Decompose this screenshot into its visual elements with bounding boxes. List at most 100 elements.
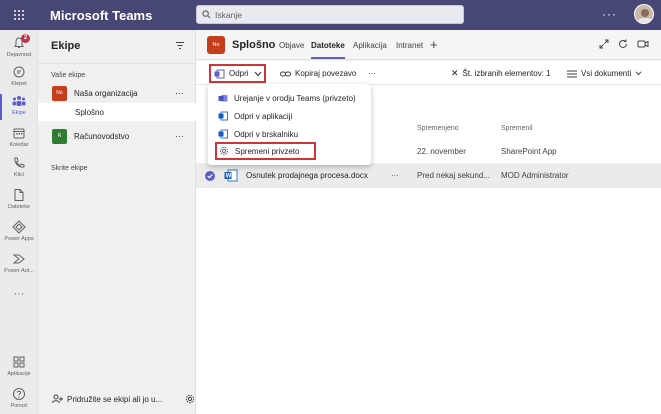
teams-panel: Ekipe Vaše ekipe No Naša organizacija ··… (38, 30, 196, 414)
rail-item-apps[interactable]: Aplikacije (0, 355, 38, 377)
phone-icon (14, 157, 25, 168)
more-options-button[interactable]: ··· (602, 7, 617, 21)
rail-label: Dejavnost (6, 52, 32, 58)
rail-label: Power Aut... (4, 268, 34, 274)
view-selector[interactable]: Vsi dokumenti (567, 66, 642, 81)
files-toolbar: Odpri Kopiraj povezavo ··· ✕ Št. izbrani… (196, 61, 661, 85)
rail-label: Klepet (11, 81, 27, 87)
rail-item-power-automate[interactable]: Power Aut... (0, 252, 38, 274)
search-input[interactable]: Iskanje (196, 5, 464, 24)
notification-badge: 2 (21, 34, 30, 43)
calendar-icon (13, 128, 25, 139)
copy-link-button[interactable]: Kopiraj povezavo (280, 66, 356, 81)
cell-file-name[interactable]: Osnutek prodajnega procesa.docx (246, 171, 368, 180)
rail-label: Pomoč (10, 403, 28, 409)
channel-title: Splošno (232, 39, 276, 51)
team-item-nasa-organizacija[interactable]: No Naša organizacija ··· (38, 83, 196, 103)
refresh-icon[interactable] (618, 39, 628, 49)
column-header-modified[interactable]: Spremenjeno (417, 125, 459, 132)
app-title: Microsoft Teams (50, 7, 153, 23)
channel-header: No Splošno Objave Datoteke Aplikacija In… (196, 30, 661, 60)
filter-icon[interactable] (175, 41, 185, 50)
cell-modified-by: SharePoint App (501, 147, 557, 156)
rail-more-apps-button[interactable]: ··· (0, 288, 38, 300)
column-header-modified-by[interactable]: Spremenil (501, 125, 533, 132)
chat-icon (13, 66, 25, 78)
rail-item-teams[interactable]: Ekipe (0, 94, 38, 120)
section-label-your-teams: Vaše ekipe (51, 72, 86, 79)
team-item-racunovodstvo[interactable]: R Računovodstvo ··· (38, 126, 196, 146)
teams-icon (12, 96, 26, 106)
channel-name: Splošno (75, 107, 104, 117)
close-icon: ✕ (451, 68, 459, 78)
add-tab-button[interactable]: + (430, 37, 438, 52)
checkmark-circle-icon[interactable] (205, 171, 215, 181)
svg-text:W: W (226, 174, 232, 180)
user-photo-icon (638, 9, 652, 23)
meet-icon[interactable] (637, 39, 649, 49)
channel-item-splosno[interactable]: Splošno (38, 103, 196, 121)
rail-label: Koledar (9, 142, 29, 148)
menu-item-label: Odpri v aplikaciji (234, 111, 293, 121)
rail-item-power-apps[interactable]: Power Apps (0, 220, 38, 242)
rail-item-chat[interactable]: Klepet (0, 65, 38, 87)
menu-item-edit-in-teams[interactable]: Urejanje v orodju Teams (privzeto) (208, 89, 371, 107)
help-icon (13, 388, 25, 400)
tab-objave[interactable]: Objave (279, 41, 304, 50)
menu-item-open-in-app[interactable]: Odpri v aplikaciji (208, 107, 371, 125)
rail-item-calendar[interactable]: Koledar (0, 126, 38, 148)
team-avatar: R (52, 128, 67, 144)
rail-label: Power Apps (4, 236, 34, 242)
expand-icon[interactable] (599, 39, 609, 49)
row-more-button[interactable]: ··· (391, 171, 399, 180)
ellipsis-icon: ··· (368, 69, 376, 78)
gear-icon[interactable] (185, 394, 195, 404)
cell-modified: Pred nekaj sekund... (417, 171, 490, 180)
menu-item-open-in-browser[interactable]: Odpri v brskalniku (208, 125, 371, 143)
selection-count: Št. izbranih elementov: 1 (462, 69, 551, 78)
avatar[interactable] (634, 4, 654, 24)
people-add-icon (52, 394, 63, 404)
cell-modified-by: MOD Administrator (501, 171, 569, 180)
word-icon (218, 111, 228, 121)
rail-label: Datoteke (7, 204, 30, 210)
team-more-button[interactable]: ··· (175, 88, 184, 98)
menu-item-change-default[interactable]: Spremeni privzeto (215, 142, 316, 160)
search-placeholder: Iskanje (215, 9, 242, 20)
rail-item-calls[interactable]: Klici (0, 156, 38, 178)
rail-item-help[interactable]: Pomoč (0, 387, 38, 409)
link-icon (280, 71, 291, 76)
join-team-label: Pridružite se ekipi ali jo u... (67, 394, 163, 404)
app-launcher-button[interactable] (0, 0, 38, 30)
tab-datoteke[interactable]: Datoteke (311, 41, 345, 59)
teams-logo-icon (218, 95, 228, 102)
team-more-button[interactable]: ··· (175, 131, 184, 141)
clear-selection-button[interactable]: ✕ Št. izbranih elementov: 1 (451, 66, 551, 81)
team-avatar: No (207, 36, 225, 54)
chevron-down-icon (635, 71, 642, 76)
rail-label: Ekipe (12, 110, 26, 116)
view-label: Vsi dokumenti (581, 69, 632, 78)
cell-modified: 22. november (417, 147, 466, 156)
ellipsis-icon: ··· (13, 288, 25, 300)
menu-item-label: Urejanje v orodju Teams (privzeto) (234, 93, 356, 103)
tab-intranet[interactable]: Intranet (396, 41, 423, 50)
table-row[interactable]: W Osnutek prodajnega procesa.docx ··· Pr… (196, 164, 661, 188)
rail-item-activity[interactable]: 2 Dejavnost (0, 34, 38, 58)
toolbar-more-button[interactable]: ··· (368, 66, 376, 81)
waffle-icon (14, 10, 24, 20)
tab-aplikacija[interactable]: Aplikacija (353, 41, 387, 50)
app-rail: 2 Dejavnost Klepet Ekipe Koledar Klici D… (0, 30, 38, 414)
teams-doc-icon (214, 69, 225, 78)
join-team-button[interactable]: Pridružite se ekipi ali jo u... (38, 390, 196, 408)
search-icon (202, 10, 211, 19)
word-file-icon: W (224, 169, 238, 182)
section-label-hidden-teams[interactable]: Skrite ekipe (51, 165, 88, 172)
team-avatar: No (52, 85, 67, 101)
open-dropdown-menu: Urejanje v orodju Teams (privzeto) Odpri… (208, 84, 371, 165)
team-name: Naša organizacija (74, 88, 138, 98)
panel-title: Ekipe (51, 40, 81, 52)
list-icon (567, 70, 577, 77)
rail-item-files[interactable]: Datoteke (0, 188, 38, 210)
open-button[interactable]: Odpri (209, 64, 266, 83)
